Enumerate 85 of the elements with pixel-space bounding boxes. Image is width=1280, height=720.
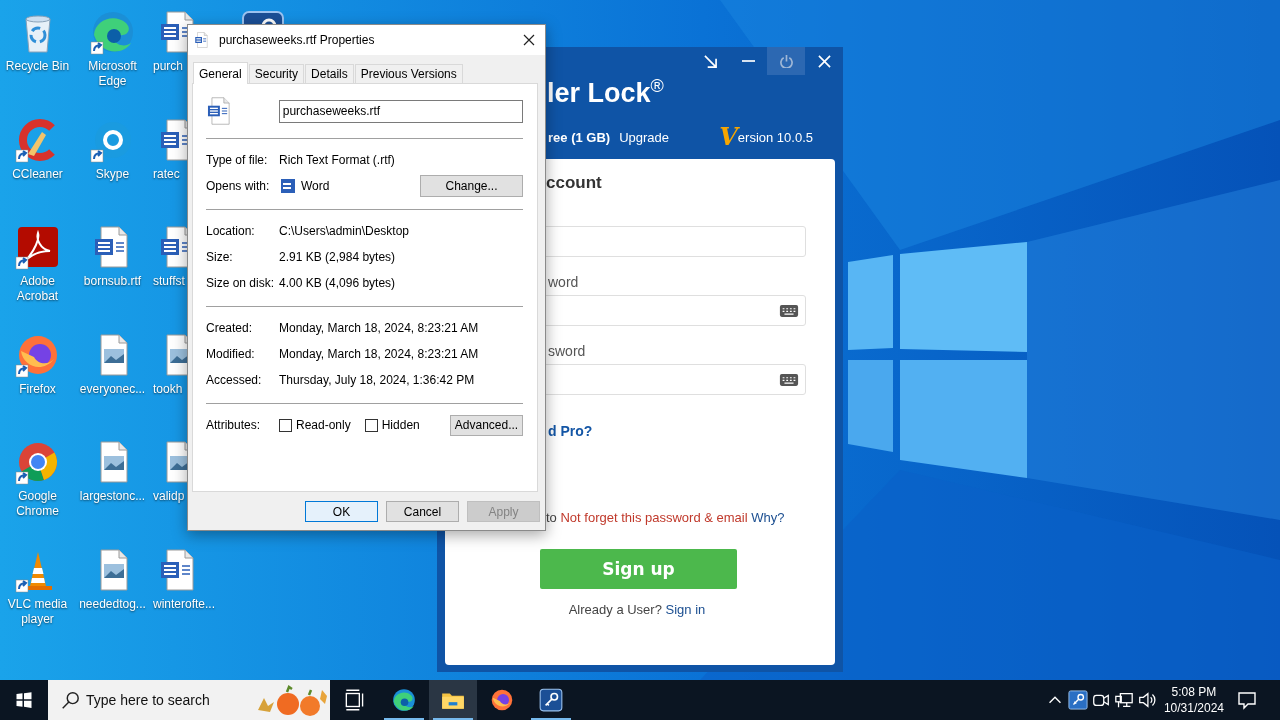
browser-icon: [391, 687, 417, 713]
dialog-button[interactable]: OK: [305, 501, 378, 522]
desktop-icon-label[interactable]: Recycle Bin: [5, 59, 70, 74]
property-label: Type of file:: [206, 153, 269, 167]
desktop-icon-label[interactable]: largestonc...: [79, 489, 146, 504]
desktop-icon-label[interactable]: stuffst: [153, 274, 185, 289]
property-label: Accessed:: [206, 373, 263, 387]
search-icon: [60, 690, 80, 710]
desktop-icon-label[interactable]: neededtog...: [79, 596, 146, 612]
desktop-icon-label[interactable]: winterofte...: [153, 596, 216, 612]
property-value: Rich Text Format (.rtf): [279, 153, 395, 167]
checkbox-label[interactable]: Hidden: [381, 418, 420, 432]
property-value: Word: [301, 179, 330, 193]
close-icon[interactable]: [521, 32, 537, 48]
word-app-icon: [279, 178, 295, 194]
tab[interactable]: General: [193, 62, 248, 84]
notification-icon[interactable]: [1236, 689, 1258, 711]
taskbar-app[interactable]: [429, 680, 477, 720]
volume-icon[interactable]: [1136, 690, 1157, 710]
property-value: Thursday, July 18, 2024, 1:36:42 PM: [279, 373, 475, 387]
property-label: Opens with:: [206, 179, 271, 193]
desktop-icon-label[interactable]: Skype: [95, 166, 130, 182]
dialog-button[interactable]: Cancel: [386, 501, 459, 522]
clock-time: 5:08 PM: [1171, 684, 1217, 700]
arrow-icon: [703, 54, 717, 68]
browser-icon: [489, 687, 515, 713]
property-label: Modified:: [206, 347, 256, 361]
notice-text: to Not forget this password & email Why?: [546, 509, 785, 527]
pro-link[interactable]: d Pro?: [548, 422, 593, 440]
window-title: purchaseweeks.rtf Properties: [219, 33, 376, 47]
desktop-icon-label[interactable]: Google Chrome: [0, 489, 75, 519]
version-label: ersion 10.0.5: [737, 129, 813, 145]
key-icon[interactable]: [1067, 690, 1088, 710]
desktop-icon-label[interactable]: VLC media player: [0, 596, 75, 627]
key-icon: [538, 687, 564, 713]
checkbox-label[interactable]: Read-only: [296, 418, 351, 432]
desktop-icon-label[interactable]: ratec: [153, 166, 180, 182]
app-title: ler Lock$^{®}$: [547, 75, 664, 107]
search-field[interactable]: Type here to search: [86, 692, 246, 708]
property-value: C:\Users\admin\Desktop: [279, 224, 410, 238]
field-label: word: [548, 273, 579, 291]
desktop-icon-label[interactable]: Firefox: [19, 381, 56, 397]
property-value: Monday, March 18, 2024, 8:23:21 AM: [279, 321, 479, 335]
signup-button[interactable]: Sign up: [540, 549, 737, 589]
desktop-icon-label[interactable]: CCleaner: [12, 166, 63, 182]
property-label: Created:: [206, 321, 254, 335]
plan-label: ree (1 GB): [548, 129, 611, 145]
desktop-icon-label[interactable]: bornsub.rtf: [83, 274, 142, 289]
property-label: Attributes:: [206, 418, 262, 432]
clock[interactable]: 5:08 PM 10/31/2024: [1163, 684, 1224, 716]
property-label: Size on disk:: [206, 276, 276, 290]
desktop-icon-label[interactable]: tookh: [153, 381, 183, 397]
file-name-field[interactable]: purchaseweeks.rtf: [278, 99, 523, 123]
tab[interactable]: Details: [305, 64, 354, 83]
desktop-icon-label[interactable]: validp: [153, 489, 185, 504]
close-icon: [817, 54, 831, 68]
sign-in-link[interactable]: Sign in: [665, 602, 706, 617]
change-button[interactable]: Change...: [420, 175, 523, 197]
upgrade-link[interactable]: Upgrade: [619, 129, 669, 145]
tab[interactable]: Security: [248, 64, 305, 83]
minimize-icon: [741, 60, 755, 62]
clock-date: 10/31/2024: [1163, 700, 1224, 716]
keyboard-icon[interactable]: [779, 372, 799, 387]
power-icon: [779, 54, 793, 68]
advanced-button[interactable]: Advanced...: [450, 414, 523, 436]
property-value: Monday, March 18, 2024, 8:23:21 AM: [279, 347, 479, 361]
keyboard-icon[interactable]: [779, 303, 799, 318]
desktop-icon-label[interactable]: Adobe Acrobat: [0, 274, 75, 304]
desktop-icon-label[interactable]: Microsoft Edge: [75, 59, 150, 89]
why-link[interactable]: Why?: [751, 510, 785, 525]
windows-logo-icon: [15, 691, 33, 709]
property-label: Size:: [206, 250, 234, 264]
property-value: 4.00 KB (4,096 bytes): [279, 276, 396, 290]
form-heading: ccount: [546, 173, 602, 193]
checkbox[interactable]: [279, 418, 292, 432]
property-value: 2.91 KB (2,984 bytes): [279, 250, 396, 264]
property-label: Location:: [206, 224, 256, 238]
checkbox[interactable]: [364, 418, 378, 432]
field-label: sword: [548, 342, 586, 360]
desktop-icon-label[interactable]: purch: [153, 59, 184, 74]
tab[interactable]: Previous Versions: [354, 64, 463, 83]
desktop-icon-label[interactable]: everyonec...: [79, 381, 146, 397]
signin-text: Already a User? Sign in: [568, 601, 706, 619]
network-icon[interactable]: [1113, 690, 1134, 710]
version-logo: V: [719, 125, 738, 149]
